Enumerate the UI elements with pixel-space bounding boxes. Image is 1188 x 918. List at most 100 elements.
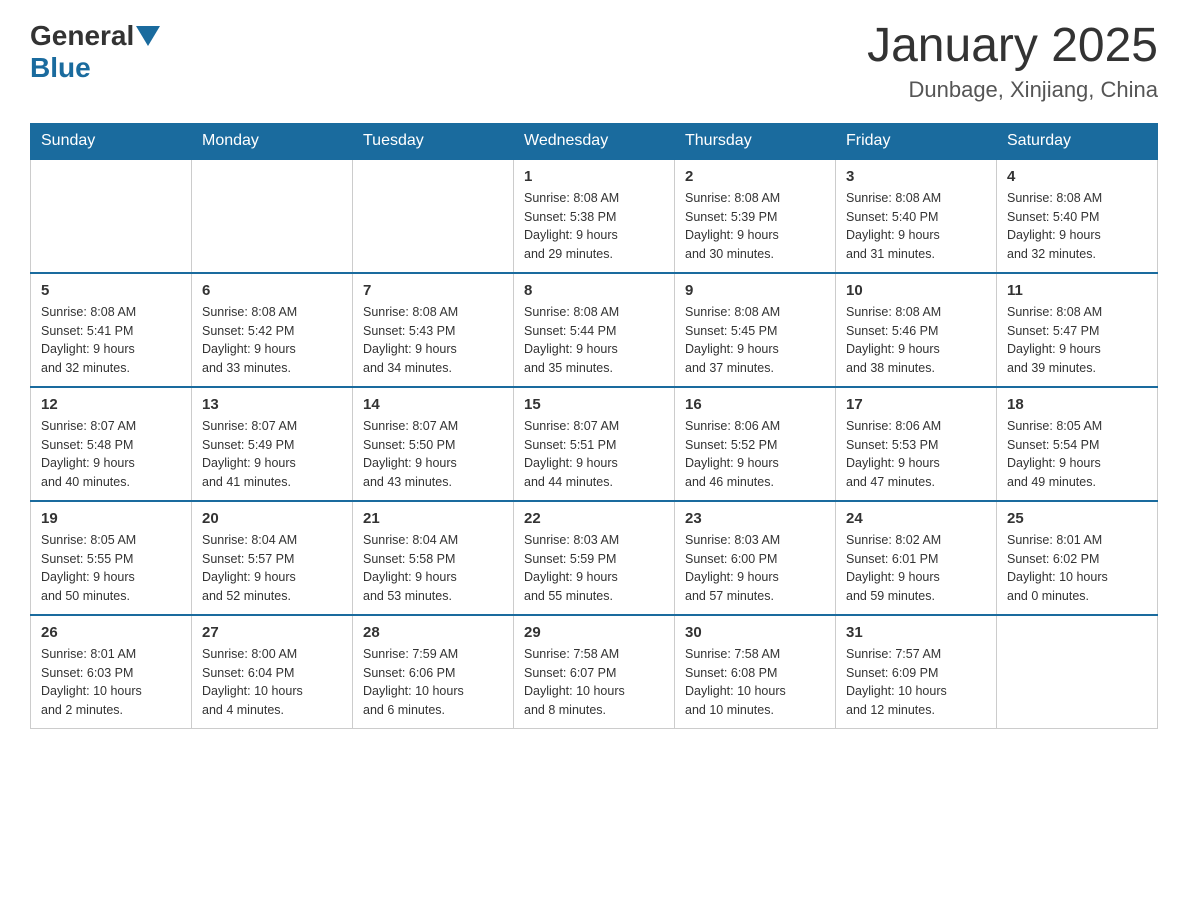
day-number: 2 <box>685 168 825 185</box>
calendar-day-cell: 29 Sunrise: 7:58 AMSunset: 6:07 PMDayligh… <box>514 615 675 729</box>
calendar-day-cell <box>192 159 353 273</box>
calendar-day-cell: 26Sunrise: 8:01 AMSunset: 6:03 PMDayligh… <box>31 615 192 729</box>
day-number: 14 <box>363 396 503 413</box>
title-section: January 2025 Dunbage, Xinjiang, China <box>867 20 1158 103</box>
calendar-day-cell: 16 Sunrise: 8:06 AMSunset: 5:52 PMDayligh… <box>675 387 836 501</box>
calendar-day-cell: 11Sunrise: 8:08 AMSunset: 5:47 PMDayligh… <box>997 273 1158 387</box>
day-number: 16 <box>685 396 825 413</box>
day-info: Sunrise: 8:04 AMSunset: 5:57 PMDaylight:… <box>202 531 342 606</box>
month-title: January 2025 <box>867 20 1158 73</box>
calendar-day-cell: 10 Sunrise: 8:08 AMSunset: 5:46 PMDayligh… <box>836 273 997 387</box>
day-info: Sunrise: 8:08 AMSunset: 5:41 PMDaylight:… <box>41 303 181 378</box>
calendar-day-cell: 2 Sunrise: 8:08 AMSunset: 5:39 PMDaylight… <box>675 159 836 273</box>
calendar-day-cell: 23 Sunrise: 8:03 AMSunset: 6:00 PMDayligh… <box>675 501 836 615</box>
calendar-day-cell: 6Sunrise: 8:08 AMSunset: 5:42 PMDaylight… <box>192 273 353 387</box>
logo-general-text: General <box>30 20 134 52</box>
day-info: Sunrise: 8:05 AMSunset: 5:54 PMDaylight:… <box>1007 417 1147 492</box>
calendar-table: SundayMondayTuesdayWednesdayThursdayFrid… <box>30 123 1158 729</box>
day-info: Sunrise: 8:08 AMSunset: 5:43 PMDaylight:… <box>363 303 503 378</box>
calendar-day-cell: 1Sunrise: 8:08 AMSunset: 5:38 PMDaylight… <box>514 159 675 273</box>
calendar-day-cell: 3 Sunrise: 8:08 AMSunset: 5:40 PMDaylight… <box>836 159 997 273</box>
day-number: 11 <box>1007 282 1147 299</box>
calendar-day-cell: 21 Sunrise: 8:04 AMSunset: 5:58 PMDayligh… <box>353 501 514 615</box>
calendar-day-header: Friday <box>836 123 997 159</box>
day-info: Sunrise: 7:58 AMSunset: 6:08 PMDaylight:… <box>685 645 825 720</box>
calendar-day-header: Wednesday <box>514 123 675 159</box>
day-info: Sunrise: 8:05 AMSunset: 5:55 PMDaylight:… <box>41 531 181 606</box>
day-number: 5 <box>41 282 181 299</box>
day-info: Sunrise: 8:08 AMSunset: 5:39 PMDaylight:… <box>685 189 825 264</box>
logo-triangle-icon <box>136 26 160 46</box>
day-info: Sunrise: 8:08 AMSunset: 5:40 PMDaylight:… <box>846 189 986 264</box>
calendar-day-cell: 20 Sunrise: 8:04 AMSunset: 5:57 PMDayligh… <box>192 501 353 615</box>
day-info: Sunrise: 7:58 AMSunset: 6:07 PMDaylight:… <box>524 645 664 720</box>
calendar-day-cell: 12Sunrise: 8:07 AMSunset: 5:48 PMDayligh… <box>31 387 192 501</box>
day-number: 28 <box>363 624 503 641</box>
day-number: 29 <box>524 624 664 641</box>
day-number: 6 <box>202 282 342 299</box>
day-info: Sunrise: 8:07 AMSunset: 5:50 PMDaylight:… <box>363 417 503 492</box>
calendar-week-row: 12Sunrise: 8:07 AMSunset: 5:48 PMDayligh… <box>31 387 1158 501</box>
day-info: Sunrise: 8:08 AMSunset: 5:46 PMDaylight:… <box>846 303 986 378</box>
calendar-week-row: 1Sunrise: 8:08 AMSunset: 5:38 PMDaylight… <box>31 159 1158 273</box>
calendar-day-cell: 18Sunrise: 8:05 AMSunset: 5:54 PMDayligh… <box>997 387 1158 501</box>
day-info: Sunrise: 8:01 AMSunset: 6:02 PMDaylight:… <box>1007 531 1147 606</box>
calendar-day-cell: 27 Sunrise: 8:00 AMSunset: 6:04 PMDayligh… <box>192 615 353 729</box>
day-number: 25 <box>1007 510 1147 527</box>
day-info: Sunrise: 8:03 AMSunset: 5:59 PMDaylight:… <box>524 531 664 606</box>
day-number: 31 <box>846 624 986 641</box>
calendar-day-cell: 9 Sunrise: 8:08 AMSunset: 5:45 PMDaylight… <box>675 273 836 387</box>
day-info: Sunrise: 7:57 AMSunset: 6:09 PMDaylight:… <box>846 645 986 720</box>
day-info: Sunrise: 8:02 AMSunset: 6:01 PMDaylight:… <box>846 531 986 606</box>
day-number: 27 <box>202 624 342 641</box>
day-info: Sunrise: 8:06 AMSunset: 5:52 PMDaylight:… <box>685 417 825 492</box>
day-number: 17 <box>846 396 986 413</box>
day-info: Sunrise: 8:08 AMSunset: 5:40 PMDaylight:… <box>1007 189 1147 264</box>
calendar-day-cell: 19 Sunrise: 8:05 AMSunset: 5:55 PMDayligh… <box>31 501 192 615</box>
day-number: 12 <box>41 396 181 413</box>
calendar-day-cell: 14 Sunrise: 8:07 AMSunset: 5:50 PMDayligh… <box>353 387 514 501</box>
day-number: 19 <box>41 510 181 527</box>
calendar-day-header: Sunday <box>31 123 192 159</box>
day-number: 24 <box>846 510 986 527</box>
day-number: 20 <box>202 510 342 527</box>
day-number: 26 <box>41 624 181 641</box>
calendar-day-header: Monday <box>192 123 353 159</box>
calendar-day-cell: 7 Sunrise: 8:08 AMSunset: 5:43 PMDaylight… <box>353 273 514 387</box>
day-number: 7 <box>363 282 503 299</box>
logo-blue-text: Blue <box>30 52 91 84</box>
calendar-day-cell: 24 Sunrise: 8:02 AMSunset: 6:01 PMDayligh… <box>836 501 997 615</box>
day-info: Sunrise: 8:06 AMSunset: 5:53 PMDaylight:… <box>846 417 986 492</box>
day-info: Sunrise: 8:07 AMSunset: 5:51 PMDaylight:… <box>524 417 664 492</box>
calendar-day-cell: 13Sunrise: 8:07 AMSunset: 5:49 PMDayligh… <box>192 387 353 501</box>
day-info: Sunrise: 8:08 AMSunset: 5:45 PMDaylight:… <box>685 303 825 378</box>
calendar-day-cell: 25 Sunrise: 8:01 AMSunset: 6:02 PMDayligh… <box>997 501 1158 615</box>
calendar-day-header: Saturday <box>997 123 1158 159</box>
calendar-day-cell: 4Sunrise: 8:08 AMSunset: 5:40 PMDaylight… <box>997 159 1158 273</box>
calendar-day-cell: 5 Sunrise: 8:08 AMSunset: 5:41 PMDaylight… <box>31 273 192 387</box>
calendar-day-cell: 17 Sunrise: 8:06 AMSunset: 5:53 PMDayligh… <box>836 387 997 501</box>
calendar-week-row: 26Sunrise: 8:01 AMSunset: 6:03 PMDayligh… <box>31 615 1158 729</box>
day-info: Sunrise: 8:08 AMSunset: 5:44 PMDaylight:… <box>524 303 664 378</box>
day-number: 10 <box>846 282 986 299</box>
logo: General Blue <box>30 20 162 84</box>
day-number: 9 <box>685 282 825 299</box>
location-text: Dunbage, Xinjiang, China <box>867 77 1158 103</box>
calendar-day-cell <box>997 615 1158 729</box>
day-number: 3 <box>846 168 986 185</box>
day-number: 23 <box>685 510 825 527</box>
calendar-day-cell: 15 Sunrise: 8:07 AMSunset: 5:51 PMDayligh… <box>514 387 675 501</box>
day-info: Sunrise: 8:04 AMSunset: 5:58 PMDaylight:… <box>363 531 503 606</box>
day-number: 21 <box>363 510 503 527</box>
calendar-day-cell <box>353 159 514 273</box>
calendar-day-cell: 28Sunrise: 7:59 AMSunset: 6:06 PMDayligh… <box>353 615 514 729</box>
day-number: 15 <box>524 396 664 413</box>
day-info: Sunrise: 8:07 AMSunset: 5:49 PMDaylight:… <box>202 417 342 492</box>
calendar-day-cell: 8Sunrise: 8:08 AMSunset: 5:44 PMDaylight… <box>514 273 675 387</box>
calendar-day-header: Tuesday <box>353 123 514 159</box>
calendar-day-cell <box>31 159 192 273</box>
day-info: Sunrise: 8:08 AMSunset: 5:38 PMDaylight:… <box>524 189 664 264</box>
calendar-day-header: Thursday <box>675 123 836 159</box>
day-info: Sunrise: 8:03 AMSunset: 6:00 PMDaylight:… <box>685 531 825 606</box>
day-info: Sunrise: 8:00 AMSunset: 6:04 PMDaylight:… <box>202 645 342 720</box>
